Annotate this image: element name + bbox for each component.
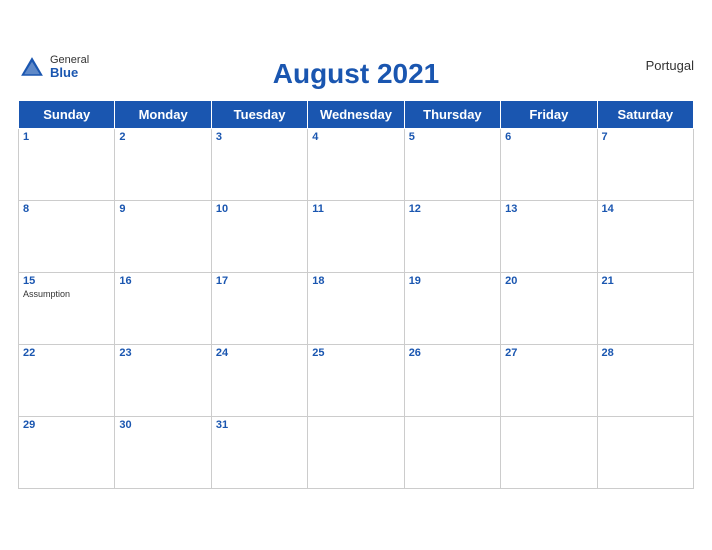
day-number: 12 <box>409 203 496 215</box>
day-number: 2 <box>119 131 206 143</box>
day-cell: 29 <box>19 416 115 488</box>
week-row-1: 1234567 <box>19 128 694 200</box>
week-row-4: 22 23 24 25 26 27 28 <box>19 344 694 416</box>
day-cell: 30 <box>115 416 211 488</box>
day-number: 6 <box>505 131 592 143</box>
calendar-title: August 2021 <box>273 58 440 90</box>
day-number: 10 <box>216 203 303 215</box>
day-number: 22 <box>23 347 110 359</box>
day-cell: 24 <box>211 344 307 416</box>
day-cell: 11 <box>308 200 404 272</box>
day-number: 15 <box>23 275 110 287</box>
day-number: 19 <box>409 275 496 287</box>
day-cell: 31 <box>211 416 307 488</box>
day-number: 31 <box>216 419 303 431</box>
col-thursday: Thursday <box>404 100 500 128</box>
day-number: 18 <box>312 275 399 287</box>
day-cell: 19 <box>404 272 500 344</box>
day-number: 3 <box>216 131 303 143</box>
day-cell: 20 <box>501 272 597 344</box>
day-number: 5 <box>409 131 496 143</box>
col-tuesday: Tuesday <box>211 100 307 128</box>
day-number: 27 <box>505 347 592 359</box>
calendar-grid: Sunday Monday Tuesday Wednesday Thursday… <box>18 100 694 489</box>
day-number: 14 <box>602 203 689 215</box>
day-number: 8 <box>23 203 110 215</box>
day-cell: 9 <box>115 200 211 272</box>
day-cell <box>597 416 693 488</box>
day-cell: 27 <box>501 344 597 416</box>
col-sunday: Sunday <box>19 100 115 128</box>
day-cell: 28 <box>597 344 693 416</box>
day-cell: 8 <box>19 200 115 272</box>
day-cell <box>404 416 500 488</box>
day-cell: 25 <box>308 344 404 416</box>
col-saturday: Saturday <box>597 100 693 128</box>
day-number: 4 <box>312 131 399 143</box>
day-number: 1 <box>23 131 110 143</box>
day-cell: 3 <box>211 128 307 200</box>
day-number: 7 <box>602 131 689 143</box>
logo-text: General Blue <box>50 54 89 80</box>
day-cell: 13 <box>501 200 597 272</box>
day-cell: 6 <box>501 128 597 200</box>
day-number: 16 <box>119 275 206 287</box>
day-cell <box>501 416 597 488</box>
calendar-container: General Blue August 2021 Portugal Sunday… <box>0 44 712 507</box>
day-cell: 16 <box>115 272 211 344</box>
day-cell: 10 <box>211 200 307 272</box>
day-number: 17 <box>216 275 303 287</box>
day-cell: 18 <box>308 272 404 344</box>
day-number: 13 <box>505 203 592 215</box>
day-cell: 7 <box>597 128 693 200</box>
logo-icon <box>18 54 46 82</box>
day-cell: 14 <box>597 200 693 272</box>
day-event: Assumption <box>23 289 110 299</box>
day-cell: 4 <box>308 128 404 200</box>
country-label: Portugal <box>646 58 694 73</box>
day-number: 25 <box>312 347 399 359</box>
day-number: 11 <box>312 203 399 215</box>
day-number: 23 <box>119 347 206 359</box>
day-number: 28 <box>602 347 689 359</box>
logo-area: General Blue <box>18 54 89 82</box>
day-cell: 17 <box>211 272 307 344</box>
day-cell: 21 <box>597 272 693 344</box>
week-row-3: 15 Assumption 16 17 18 19 20 21 <box>19 272 694 344</box>
day-cell: 12 <box>404 200 500 272</box>
day-number: 20 <box>505 275 592 287</box>
day-cell: 5 <box>404 128 500 200</box>
day-cell: 1 <box>19 128 115 200</box>
day-number: 9 <box>119 203 206 215</box>
week-row-2: 89 10 11 12 13 14 <box>19 200 694 272</box>
day-cell: 15 Assumption <box>19 272 115 344</box>
col-wednesday: Wednesday <box>308 100 404 128</box>
day-cell: 2 <box>115 128 211 200</box>
day-cell: 26 <box>404 344 500 416</box>
logo-blue-text: Blue <box>50 66 89 80</box>
day-cell: 22 <box>19 344 115 416</box>
day-number: 30 <box>119 419 206 431</box>
day-number: 24 <box>216 347 303 359</box>
weekday-header-row: Sunday Monday Tuesday Wednesday Thursday… <box>19 100 694 128</box>
day-number: 26 <box>409 347 496 359</box>
day-number: 21 <box>602 275 689 287</box>
day-cell: 23 <box>115 344 211 416</box>
day-number: 29 <box>23 419 110 431</box>
day-cell <box>308 416 404 488</box>
week-row-5: 29 30 31 <box>19 416 694 488</box>
calendar-header: General Blue August 2021 Portugal <box>18 54 694 94</box>
col-monday: Monday <box>115 100 211 128</box>
col-friday: Friday <box>501 100 597 128</box>
